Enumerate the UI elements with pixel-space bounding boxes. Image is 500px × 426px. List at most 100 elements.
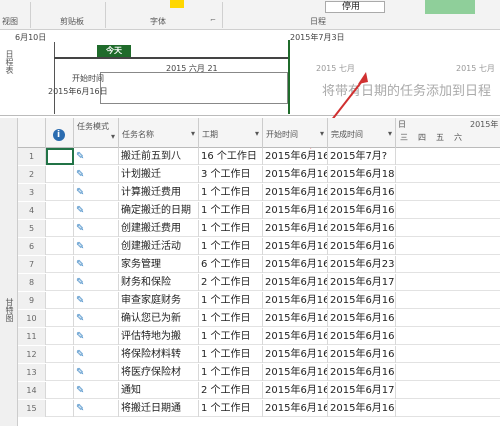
info-cell[interactable] [46, 184, 74, 201]
finish-cell[interactable]: 2015年6月16日 [328, 238, 396, 255]
start-cell[interactable]: 2015年6月16日 [263, 346, 328, 363]
task-mode-cell[interactable]: ✎ [74, 238, 119, 255]
info-cell[interactable] [46, 148, 74, 165]
header-task-mode[interactable]: 任务模式 ▾ [74, 118, 119, 148]
duration-cell[interactable]: 1 个工作日 [199, 184, 263, 201]
gantt-cell[interactable] [396, 220, 500, 237]
info-cell[interactable] [46, 220, 74, 237]
gantt-cell[interactable] [396, 292, 500, 309]
row-number[interactable]: 11 [18, 328, 46, 345]
task-mode-cell[interactable]: ✎ [74, 364, 119, 381]
finish-cell[interactable]: 2015年6月16日 [328, 292, 396, 309]
header-finish[interactable]: 完成时间 ▾ [328, 118, 396, 148]
task-name-cell[interactable]: 计算搬迁费用 [119, 184, 199, 201]
finish-cell[interactable]: 2015年6月16日 [328, 220, 396, 237]
header-start[interactable]: 开始时间 ▾ [263, 118, 328, 148]
task-name-cell[interactable]: 评估特地为搬 [119, 328, 199, 345]
row-number[interactable]: 8 [18, 274, 46, 291]
gantt-cell[interactable] [396, 382, 500, 399]
gantt-cell[interactable] [396, 256, 500, 273]
duration-cell[interactable]: 6 个工作日 [199, 256, 263, 273]
row-number[interactable]: 4 [18, 202, 46, 219]
info-cell[interactable] [46, 238, 74, 255]
finish-cell[interactable]: 2015年6月17日 [328, 382, 396, 399]
task-mode-cell[interactable]: ✎ [74, 346, 119, 363]
dropdown-icon[interactable]: ▾ [111, 132, 115, 141]
table-row[interactable]: 8 ✎ 财务和保险2 个工作日2015年6月16日2015年6月17日 [18, 274, 500, 291]
info-cell[interactable] [46, 310, 74, 327]
start-cell[interactable]: 2015年6月16日 [263, 364, 328, 381]
gantt-cell[interactable] [396, 148, 500, 165]
gantt-cell[interactable] [396, 346, 500, 363]
gantt-cell[interactable] [396, 328, 500, 345]
row-number[interactable]: 12 [18, 346, 46, 363]
table-row[interactable]: 15✎将搬迁日期通1 个工作日2015年6月16日2015年6月16日 [18, 400, 500, 417]
start-cell[interactable]: 2015年6月16日 [263, 202, 328, 219]
gantt-cell[interactable] [396, 166, 500, 183]
gantt-cell[interactable] [396, 184, 500, 201]
table-row[interactable]: 7 ✎ 家务管理6 个工作日2015年6月16日2015年6月23日 [18, 256, 500, 273]
finish-cell[interactable]: 2015年6月16日 [328, 364, 396, 381]
start-cell[interactable]: 2015年6月16日 [263, 184, 328, 201]
duration-cell[interactable]: 1 个工作日 [199, 328, 263, 345]
duration-cell[interactable]: 1 个工作日 [199, 364, 263, 381]
table-row[interactable]: 13✎将医疗保险材1 个工作日2015年6月16日2015年6月16日 [18, 364, 500, 381]
task-name-cell[interactable]: 创建搬迁活动 [119, 238, 199, 255]
task-name-cell[interactable]: 通知 [119, 382, 199, 399]
timeline-style-icon[interactable] [425, 0, 475, 14]
row-number[interactable]: 15 [18, 400, 46, 417]
gantt-cell[interactable] [396, 400, 500, 417]
gantt-cell[interactable] [396, 364, 500, 381]
task-name-cell[interactable]: 将保险材料转 [119, 346, 199, 363]
finish-cell[interactable]: 2015年6月16日 [328, 400, 396, 417]
start-cell[interactable]: 2015年6月16日 [263, 328, 328, 345]
dropdown-icon[interactable]: ▾ [320, 129, 324, 138]
task-mode-cell[interactable]: ✎ [74, 184, 119, 201]
task-mode-cell[interactable]: ✎ [74, 328, 119, 345]
task-mode-cell[interactable]: ✎ [74, 310, 119, 327]
duration-cell[interactable]: 1 个工作日 [199, 310, 263, 327]
start-cell[interactable]: 2015年6月16日 [263, 148, 328, 165]
task-mode-cell[interactable]: ✎ [74, 292, 119, 309]
start-cell[interactable]: 2015年6月16日 [263, 292, 328, 309]
highlight-color-icon[interactable] [170, 0, 184, 8]
duration-cell[interactable]: 1 个工作日 [199, 202, 263, 219]
duration-cell[interactable]: 1 个工作日 [199, 238, 263, 255]
info-cell[interactable] [46, 256, 74, 273]
task-mode-cell[interactable]: ✎ [74, 256, 119, 273]
info-cell[interactable] [46, 382, 74, 399]
row-number[interactable]: 7 [18, 256, 46, 273]
row-number[interactable]: 14 [18, 382, 46, 399]
finish-cell[interactable]: 2015年6月16日 [328, 346, 396, 363]
task-name-cell[interactable]: 确定搬迁的日期 [119, 202, 199, 219]
disable-button[interactable]: 停用 [325, 1, 385, 13]
duration-cell[interactable]: 1 个工作日 [199, 220, 263, 237]
finish-cell[interactable]: 2015年6月23日 [328, 256, 396, 273]
row-number[interactable]: 1 [18, 148, 46, 165]
info-cell[interactable] [46, 202, 74, 219]
duration-cell[interactable]: 1 个工作日 [199, 292, 263, 309]
task-mode-cell[interactable]: ✎ [74, 400, 119, 417]
header-task-name[interactable]: 任务名称 ▾ [119, 118, 199, 148]
row-number[interactable]: 6 [18, 238, 46, 255]
row-number[interactable]: 2 [18, 166, 46, 183]
task-mode-cell[interactable]: ✎ [74, 166, 119, 183]
task-name-cell[interactable]: 将搬迁日期通 [119, 400, 199, 417]
table-row[interactable]: 1 ✎ 搬迁前五到八16 个工作日2015年6月16日2015年7月? [18, 148, 500, 165]
duration-cell[interactable]: 16 个工作日 [199, 148, 263, 165]
task-mode-cell[interactable]: ✎ [74, 220, 119, 237]
info-cell[interactable] [46, 400, 74, 417]
gantt-cell[interactable] [396, 274, 500, 291]
task-mode-cell[interactable]: ✎ [74, 274, 119, 291]
task-mode-cell[interactable]: ✎ [74, 382, 119, 399]
table-row[interactable]: 9✎审查家庭财务1 个工作日2015年6月16日2015年6月16日 [18, 292, 500, 309]
start-cell[interactable]: 2015年6月16日 [263, 166, 328, 183]
info-cell[interactable] [46, 274, 74, 291]
finish-cell[interactable]: 2015年6月16日 [328, 202, 396, 219]
duration-cell[interactable]: 1 个工作日 [199, 346, 263, 363]
dialog-launcher-icon[interactable]: ⌐ [210, 16, 216, 24]
info-cell[interactable] [46, 166, 74, 183]
task-name-cell[interactable]: 确认您已为新 [119, 310, 199, 327]
gantt-cell[interactable] [396, 238, 500, 255]
start-cell[interactable]: 2015年6月16日 [263, 220, 328, 237]
